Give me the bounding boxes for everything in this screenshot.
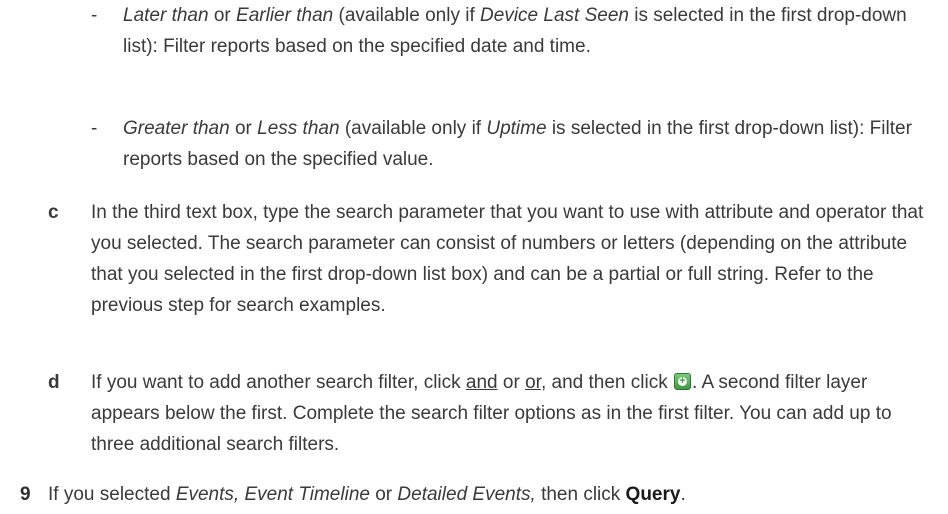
step-9-text-mid: then click: [541, 484, 621, 505]
or-word: or: [213, 5, 231, 26]
and-link[interactable]: and: [466, 372, 498, 393]
sub-item-later-earlier: - Later than or Earlier than (available …: [91, 0, 931, 62]
options-events: Events, Event Timeline: [175, 484, 370, 505]
add-filter-icon[interactable]: [673, 366, 691, 397]
step-label-9: 9: [20, 484, 31, 505]
term-earlier-than: Earlier than: [236, 5, 334, 26]
step-d-text-mid: , and then click: [540, 372, 668, 393]
query-button-label: Query: [625, 484, 681, 505]
step-label-d: d: [48, 372, 60, 393]
sub-item-greater-less: - Greater than or Less than (available o…: [91, 113, 931, 175]
bullet-dash: -: [91, 5, 98, 26]
field-device-last-seen: Device Last Seen: [480, 5, 629, 26]
or-word: or: [234, 118, 252, 139]
bullet-dash: -: [91, 118, 98, 139]
step-9-text-end: .: [680, 484, 686, 505]
or-separator: or: [502, 372, 520, 393]
term-greater-than: Greater than: [123, 118, 230, 139]
term-later-than: Later than: [123, 5, 209, 26]
term-less-than: Less than: [257, 118, 340, 139]
availability-prefix: (available only if: [338, 5, 475, 26]
step-d: d If you want to add another search filt…: [48, 366, 932, 460]
field-uptime: Uptime: [486, 118, 547, 139]
step-9-text-before: If you selected: [48, 484, 171, 505]
or-word: or: [375, 484, 393, 505]
step-c: c In the third text box, type the search…: [48, 197, 932, 321]
option-detailed-events: Detailed Events,: [397, 484, 536, 505]
step-c-text: In the third text box, type the search p…: [91, 202, 924, 316]
or-link[interactable]: or: [525, 372, 541, 393]
step-label-c: c: [48, 202, 59, 223]
availability-prefix: (available only if: [344, 118, 482, 139]
step-d-text-before: If you want to add another search filter…: [91, 372, 461, 393]
step-9: 9 If you selected Events, Event Timeline…: [20, 479, 932, 510]
